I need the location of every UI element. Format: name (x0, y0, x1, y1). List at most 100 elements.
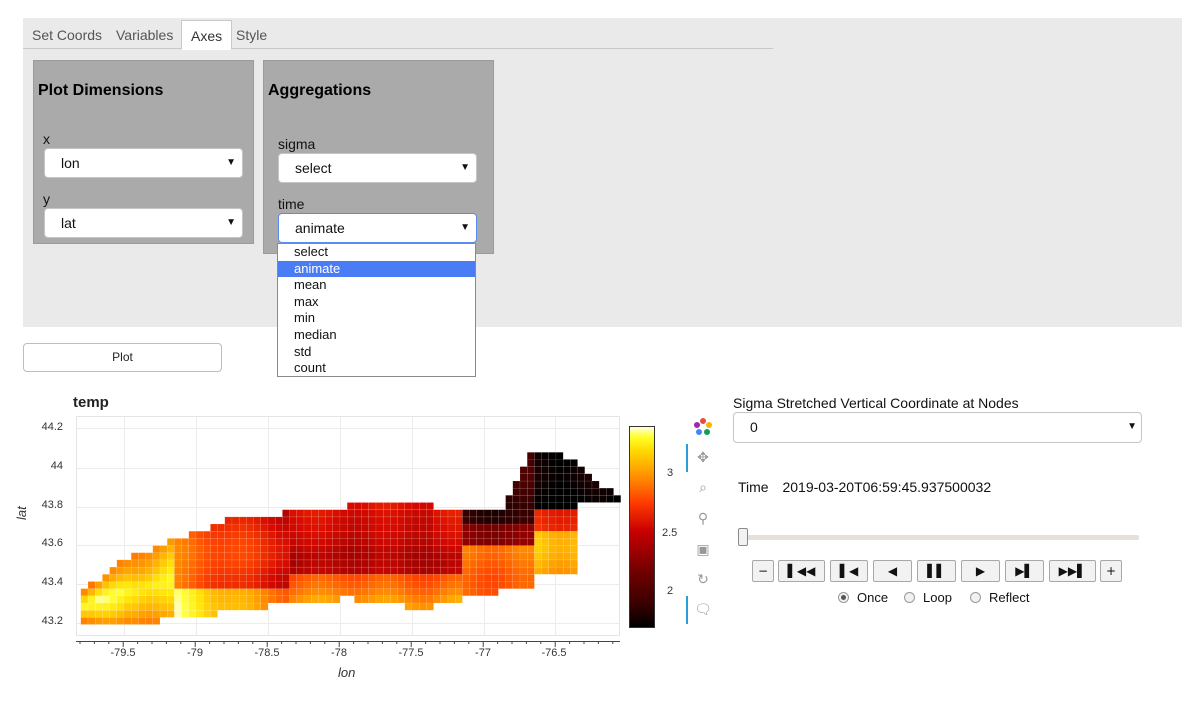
heatmap-cell (426, 559, 434, 568)
option-std[interactable]: std (278, 344, 475, 361)
heatmap-cell (166, 559, 175, 568)
heatmap-cell (375, 581, 384, 589)
heatmap-cell (253, 581, 262, 589)
heatmap-cell (368, 581, 377, 589)
time-slider-handle[interactable] (738, 528, 748, 546)
tab-set-coords[interactable]: Set Coords (23, 20, 111, 48)
aggregations-card: Aggregations sigma select ▼ time animate… (263, 60, 494, 254)
heatmap-cell (296, 545, 305, 554)
heatmap-cell (267, 530, 276, 539)
heatmap-cell (584, 473, 593, 482)
option-median[interactable]: median (278, 327, 475, 344)
option-min[interactable]: min (278, 310, 475, 327)
heatmap-cell (174, 588, 182, 597)
next-frame-button[interactable]: ▶▌ (1005, 560, 1044, 582)
save-icon[interactable]: ▣ (693, 539, 713, 559)
reset-icon[interactable]: ↻ (693, 569, 713, 589)
previous-frame-button[interactable]: ▌◀ (830, 560, 868, 582)
heatmap-cell (541, 473, 550, 482)
heatmap-cell (181, 581, 189, 589)
hover-icon[interactable]: 🗨 (693, 599, 713, 619)
option-count[interactable]: count (278, 360, 475, 377)
time-aggregation-select[interactable]: animate ▼ (278, 213, 477, 243)
heatmap-cell (563, 530, 571, 539)
heatmap-cell (224, 559, 233, 568)
y-dimension-select[interactable]: lat ▼ (44, 208, 243, 238)
heatmap-cell (476, 566, 485, 575)
heatmap-cell (296, 516, 305, 525)
heatmap-cell (152, 552, 161, 561)
heatmap-cell (246, 595, 254, 604)
pause-button[interactable]: ▌▌ (917, 560, 956, 582)
heatmap-cell (246, 523, 254, 532)
heatmap-cell (138, 602, 146, 611)
heatmap-cell (483, 538, 492, 546)
tab-style[interactable]: Style (227, 20, 276, 48)
option-select[interactable]: select (278, 244, 475, 261)
faster-button[interactable]: + (1100, 560, 1122, 582)
heatmap-cell (383, 588, 391, 597)
heatmap-cell (519, 545, 528, 554)
heatmap-cell (318, 530, 326, 539)
y-tick-label: 44 (50, 460, 63, 472)
x-dimension-select[interactable]: lon ▼ (44, 148, 243, 178)
heatmap-cell (267, 516, 276, 525)
option-animate[interactable]: animate (278, 260, 475, 278)
loop-option-once[interactable]: Once (838, 590, 888, 605)
heatmap-cell (310, 530, 319, 539)
heatmap-cell (404, 523, 413, 532)
heatmap-cell (440, 530, 449, 539)
option-mean[interactable]: mean (278, 277, 475, 294)
play-button[interactable]: ▶ (961, 560, 1000, 582)
heatmap-cell (217, 595, 226, 604)
heatmap-cell (426, 588, 434, 597)
heatmap-cell (303, 538, 312, 546)
heatmap-cell (289, 574, 298, 582)
heatmap-cell (426, 530, 434, 539)
first-frame-button[interactable]: ▌◀◀ (778, 560, 825, 582)
heatmap-cell (368, 574, 377, 582)
heatmap-plot-area[interactable] (76, 416, 621, 636)
heatmap-cell (332, 509, 341, 518)
heatmap-cell (462, 523, 470, 532)
heatmap-cell (555, 480, 564, 489)
heatmap-cell (390, 552, 398, 561)
heatmap-cell (274, 538, 283, 546)
plot-button[interactable]: Plot (23, 343, 222, 372)
heatmap-cell (534, 480, 542, 489)
tab-axes[interactable]: Axes (181, 20, 233, 50)
sigma-aggregation-select[interactable]: select ▼ (278, 153, 477, 183)
heatmap-cell (527, 509, 535, 518)
slower-button[interactable]: − (752, 560, 774, 582)
heatmap-cell (563, 495, 571, 503)
heatmap-cell (347, 502, 355, 510)
heatmap-cell (332, 574, 341, 582)
heatmap-cell (462, 530, 470, 539)
sigma-value-select[interactable]: 0 ▼ (733, 412, 1142, 443)
box-zoom-icon[interactable]: ⌕ (693, 477, 713, 497)
play-reverse-button[interactable]: ◀ (873, 560, 912, 582)
bokeh-logo-icon[interactable] (693, 417, 713, 437)
last-frame-button[interactable]: ▶▶▌ (1049, 560, 1096, 582)
heatmap-cell (339, 538, 348, 546)
tab-variables[interactable]: Variables (107, 20, 182, 48)
heatmap-cell (426, 602, 434, 611)
heatmap-cell (433, 559, 442, 568)
option-max[interactable]: max (278, 294, 475, 311)
heatmap-cell (498, 581, 506, 589)
heatmap-cell (116, 595, 125, 604)
x-tick-label: -78.5 (254, 647, 280, 659)
loop-option-loop[interactable]: Loop (904, 590, 952, 605)
heatmap-cell (368, 523, 377, 532)
pan-icon[interactable]: ✥ (693, 447, 713, 467)
heatmap-cell (483, 523, 492, 532)
heatmap-cell (138, 609, 146, 618)
heatmap-cell (318, 523, 326, 532)
sigma-aggregation-value: select (295, 160, 332, 176)
heatmap-cell (260, 545, 269, 554)
time-slider-track[interactable] (741, 535, 1139, 540)
colorbar-tick-label: 2.5 (662, 527, 678, 539)
loop-option-reflect[interactable]: Reflect (970, 590, 1029, 605)
wheel-zoom-icon[interactable]: ⚲ (693, 508, 713, 528)
heatmap-cell (534, 530, 542, 539)
